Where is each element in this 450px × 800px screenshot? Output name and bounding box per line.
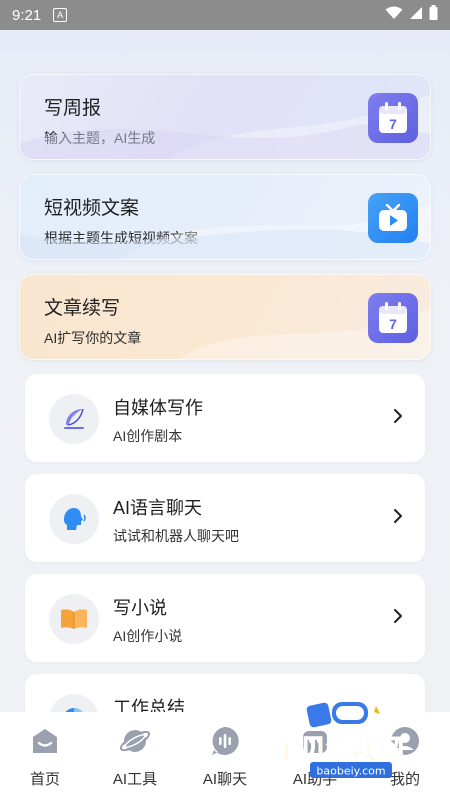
list-subtitle: AI创作小说 [113,628,183,644]
feature-title: 写周报 [44,98,102,119]
feature-subtitle: AI扩写你的文章 [44,330,142,346]
tab-label: 首页 [29,771,60,788]
home-icon [28,724,62,758]
feature-card-article-continuation[interactable]: 文章续写 AI扩写你的文章 7 [19,274,431,360]
list-subtitle: 试试和机器人聊天吧 [113,528,239,544]
voice-icon [208,724,242,758]
main-content[interactable]: 写周报 输入主题，AI生成 7 短视频文案 根据主题生成短视频文案 文章续写 A… [0,30,450,712]
svg-text:7: 7 [389,316,397,332]
status-bar: 9:21 A [0,0,450,30]
pie-chart-icon [49,694,99,712]
list-card-ai-voice-chat[interactable]: AI语言聊天 试试和机器人聊天吧 [25,474,425,562]
list-card-write-novel[interactable]: 写小说 AI创作小说 [25,574,425,662]
tab-profile[interactable]: 我的 [360,712,450,800]
tab-home[interactable]: 首页 [0,712,90,800]
tab-ai-assistant[interactable]: AI助手 [270,712,360,800]
list-card-work-summary[interactable]: 工作总结 [25,674,425,712]
feature-subtitle: 输入主题，AI生成 [44,130,156,146]
bottom-tab-bar: 首页 AI工具 AI聊天 AI助手 我的 [0,712,450,800]
wifi-icon [385,6,403,25]
svg-text:7: 7 [389,116,397,132]
notification-a-icon: A [53,8,68,22]
chevron-right-icon [393,608,403,629]
feature-card-weekly-report[interactable]: 写周报 输入主题，AI生成 7 [19,74,431,160]
list-title: 工作总结 [113,698,185,712]
status-time: 9:21 [12,6,42,24]
planet-icon [118,724,152,758]
tab-label: 我的 [389,771,420,788]
calendar-icon: 7 [368,293,418,343]
list-card-self-media-writing[interactable]: 自媒体写作 AI创作剧本 [25,374,425,462]
tab-ai-tools[interactable]: AI工具 [90,712,180,800]
signal-icon [409,6,423,25]
speaking-head-icon [49,494,99,544]
feature-card-short-video-copy[interactable]: 短视频文案 根据主题生成短视频文案 [19,174,431,260]
list-title: 写小说 [113,598,167,618]
feather-icon [49,394,99,444]
list-title: 自媒体写作 [113,398,203,418]
chevron-right-icon [393,508,403,529]
list-subtitle: AI创作剧本 [113,428,183,444]
tv-icon [368,193,418,243]
tab-label: AI助手 [292,771,338,788]
tab-label: AI聊天 [202,771,248,788]
status-icons [385,5,438,25]
chevron-right-icon [393,408,403,429]
list-title: AI语言聊天 [113,498,203,518]
feature-title: 短视频文案 [44,198,140,219]
book-icon [49,594,99,644]
assistant-icon [298,724,332,758]
tab-label: AI工具 [112,771,158,788]
feature-title: 文章续写 [44,298,121,319]
calendar-icon: 7 [368,93,418,143]
feature-subtitle: 根据主题生成短视频文案 [44,230,198,246]
battery-icon [429,5,438,25]
profile-icon [388,724,422,758]
tab-ai-chat[interactable]: AI聊天 [180,712,270,800]
